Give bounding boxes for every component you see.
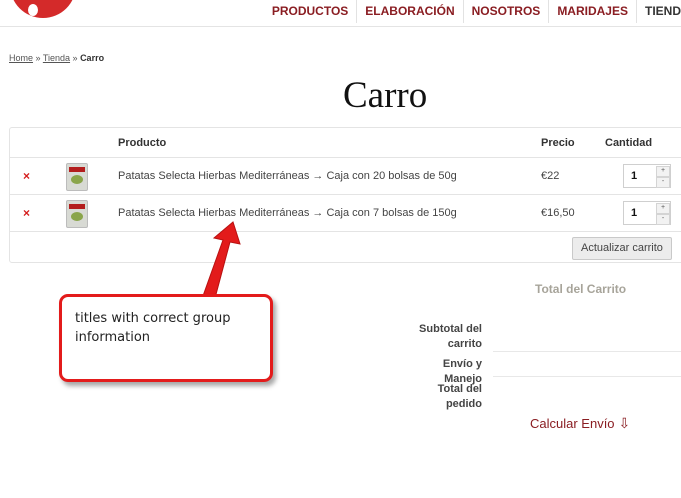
calculate-shipping-link[interactable]: Calcular Envío ⇩ [530,415,630,432]
breadcrumb-tienda-link[interactable]: Tienda [43,53,70,63]
logo-shape [10,0,76,18]
nav-item-elaboracion[interactable]: ELABORACIÓN [356,0,462,23]
quantity-increase-button[interactable]: + [656,203,670,214]
totals-divider [493,376,681,377]
update-cart-button[interactable]: Actualizar carrito [572,237,672,260]
product-price: €16,50 [541,207,575,219]
annotation-callout: titles with correct group information [59,294,273,382]
page-title: Carro [343,75,428,116]
quantity-increase-button[interactable]: + [656,166,670,177]
quantity-input[interactable]: 1 [631,207,637,219]
order-total-label: Total del pedido [437,383,482,410]
column-header-quantity: Cantidad [605,137,653,149]
column-header-price: Precio [541,137,575,149]
product-thumbnail[interactable] [66,200,88,228]
nav-item-maridajes[interactable]: MARIDAJES [548,0,636,23]
quantity-stepper[interactable]: 1 + - [623,164,671,188]
totals-divider [493,351,681,352]
quantity-stepper[interactable]: 1 + - [623,201,671,225]
product-name-link[interactable]: Patatas Selecta Hierbas Mediterráneas → … [118,170,457,182]
nav-item-tienda[interactable]: TIEND [636,0,681,23]
arrow-down-icon: ⇩ [618,415,631,431]
annotation-text: titles with correct group information [75,311,231,345]
top-navigation-bar: PRODUCTOS ELABORACIÓN NOSOTROS MARIDAJES… [0,0,681,27]
quantity-decrease-button[interactable]: - [656,214,670,225]
main-nav: PRODUCTOS ELABORACIÓN NOSOTROS MARIDAJES… [264,0,681,23]
site-logo[interactable] [0,0,80,20]
breadcrumb: Home » Tienda » Carro [9,53,104,63]
cart-totals-title: Total del Carrito [535,282,627,296]
calculate-shipping-label: Calcular Envío [530,416,615,431]
column-header-product: Producto [118,137,167,149]
cart-row: × Patatas Selecta Hierbas Mediterráneas … [10,194,681,231]
remove-item-icon[interactable]: × [23,207,30,219]
breadcrumb-home-link[interactable]: Home [9,53,33,63]
quantity-decrease-button[interactable]: - [656,177,670,188]
cart-actions-row: Actualizar carrito [10,231,681,263]
breadcrumb-separator: » [70,53,81,63]
product-price: €22 [541,170,560,182]
cart-row: × Patatas Selecta Hierbas Mediterráneas … [10,157,681,194]
product-name-link[interactable]: Patatas Selecta Hierbas Mediterráneas → … [118,207,457,219]
product-thumbnail[interactable] [66,163,88,191]
nav-item-productos[interactable]: PRODUCTOS [264,0,356,23]
quantity-input[interactable]: 1 [631,170,637,182]
logo-notch [28,4,38,16]
breadcrumb-separator: » [33,53,43,63]
cart-table: Producto Precio Cantidad × Patatas Selec… [9,127,681,263]
nav-item-nosotros[interactable]: NOSOTROS [462,0,549,23]
breadcrumb-current: Carro [80,53,105,63]
remove-item-icon[interactable]: × [23,170,30,182]
subtotal-label: Subtotal del carrito [419,323,482,350]
